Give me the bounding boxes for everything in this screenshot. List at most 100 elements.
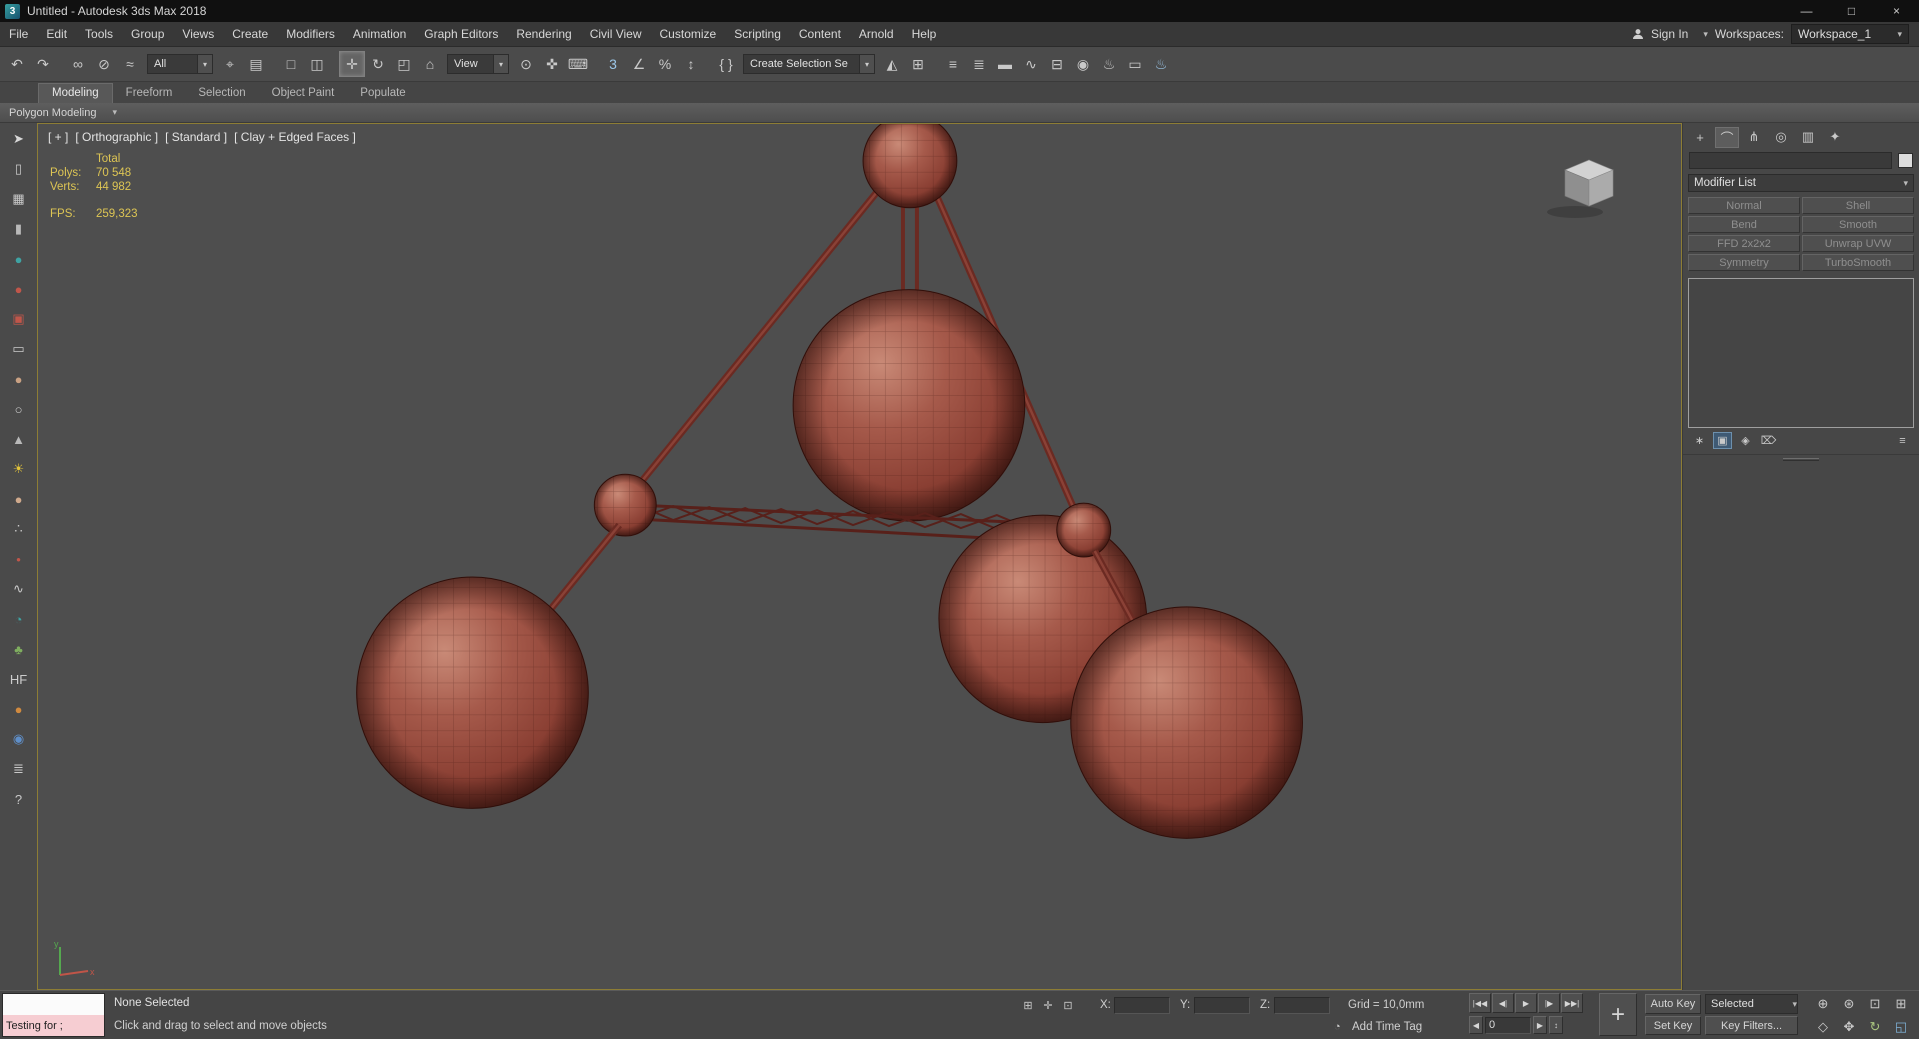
sphere-blue-icon[interactable]: ◉	[8, 728, 30, 750]
utilities-tab[interactable]: ✦	[1823, 127, 1847, 148]
modify-tab[interactable]: ⌒	[1715, 126, 1739, 148]
select-and-rotate-icon[interactable]: ↻	[365, 51, 391, 77]
modifier-stack[interactable]	[1688, 278, 1914, 428]
select-and-place-icon[interactable]: ⌂	[417, 51, 443, 77]
menu-create[interactable]: Create	[223, 22, 277, 46]
workspace-dropdown[interactable]: Workspace_1 ▾	[1791, 24, 1909, 44]
tab-populate[interactable]: Populate	[347, 84, 418, 103]
menu-group[interactable]: Group	[122, 22, 173, 46]
frame-spinner[interactable]: ↕	[1549, 1016, 1563, 1034]
viewport-general-menu[interactable]: [ + ]	[48, 130, 68, 144]
spinner-snap-toggle-icon[interactable]: ↕	[678, 51, 704, 77]
select-and-manipulate-icon[interactable]: ✜	[539, 51, 565, 77]
symmetry-modifier-button[interactable]: Symmetry	[1688, 254, 1800, 271]
named-selection-sets-dropdown[interactable]: Create Selection Se ▾	[743, 54, 875, 74]
smooth-modifier-button[interactable]: Smooth	[1802, 216, 1914, 233]
menu-animation[interactable]: Animation	[344, 22, 415, 46]
x-coordinate-field[interactable]	[1114, 997, 1170, 1014]
select-and-link-icon[interactable]: ∞	[65, 51, 91, 77]
next-key-button[interactable]: ▶	[1533, 1016, 1547, 1034]
sign-in-button[interactable]: Sign In	[1651, 27, 1688, 41]
set-keys-button[interactable]: +	[1599, 993, 1637, 1036]
select-by-name-icon[interactable]: ▤	[243, 51, 269, 77]
align-icon[interactable]: ⊞	[905, 51, 931, 77]
menu-views[interactable]: Views	[173, 22, 223, 46]
toggle-scene-explorer-icon[interactable]: ≡	[940, 51, 966, 77]
cylinder-icon[interactable]: ▮	[8, 218, 30, 240]
keyboard-shortcut-override-icon[interactable]: ⌨	[565, 51, 591, 77]
menu-customize[interactable]: Customize	[651, 22, 726, 46]
make-unique-icon[interactable]: ◈	[1736, 432, 1755, 449]
rendered-frame-window-icon[interactable]: ▭	[1122, 51, 1148, 77]
menu-rendering[interactable]: Rendering	[507, 22, 580, 46]
small-sphere-icon[interactable]: •	[8, 548, 30, 570]
maxscript-mini-listener[interactable]: Testing for ;	[2, 993, 105, 1037]
menu-help[interactable]: Help	[903, 22, 946, 46]
go-to-end-icon[interactable]: ▶▶|	[1561, 993, 1583, 1013]
key-filters-button[interactable]: Key Filters...	[1705, 1016, 1798, 1035]
panel-splitter[interactable]	[1683, 455, 1919, 464]
orbit-icon[interactable]: ↻	[1862, 1015, 1888, 1038]
object-color-swatch[interactable]	[1898, 153, 1913, 168]
viewport-3d-scene[interactable]	[38, 124, 1681, 989]
key-filter-set-dropdown[interactable]: Selected ▾	[1705, 994, 1798, 1014]
render-production-icon[interactable]: ♨	[1148, 51, 1174, 77]
zoom-icon[interactable]: ⊕	[1810, 992, 1836, 1015]
sphere-beige-icon[interactable]: ●	[8, 488, 30, 510]
zoom-extents-icon[interactable]: ⊡	[1862, 992, 1888, 1015]
sphere-connector-left[interactable]	[593, 473, 657, 537]
use-pivot-point-center-icon[interactable]: ⊙	[513, 51, 539, 77]
add-time-tag-button[interactable]: Add Time Tag	[1352, 1021, 1422, 1033]
render-setup-icon[interactable]: ♨	[1096, 51, 1122, 77]
menu-scripting[interactable]: Scripting	[725, 22, 790, 46]
object-name-field[interactable]	[1689, 152, 1892, 169]
display-tab[interactable]: ▥	[1796, 127, 1820, 148]
viewport[interactable]: [ + ] [ Orthographic ] [ Standard ] [ Cl…	[37, 123, 1682, 990]
circle-icon[interactable]: ○	[8, 398, 30, 420]
previous-key-button[interactable]: ◀	[1469, 1016, 1483, 1034]
chevron-down-icon[interactable]: ▾	[1695, 29, 1708, 40]
close-button[interactable]: ×	[1874, 0, 1919, 22]
swirl-icon[interactable]: ◔	[8, 608, 30, 630]
menu-tools[interactable]: Tools	[76, 22, 122, 46]
sphere-center[interactable]	[792, 289, 1026, 522]
hf-icon[interactable]: HF	[8, 668, 30, 690]
auto-key-button[interactable]: Auto Key	[1645, 994, 1701, 1014]
percent-snap-toggle-icon[interactable]: %	[652, 51, 678, 77]
select-and-scale-icon[interactable]: ◰	[391, 51, 417, 77]
tab-selection[interactable]: Selection	[185, 84, 258, 103]
pan-icon[interactable]: ✥	[1836, 1015, 1862, 1038]
zoom-all-icon[interactable]: ⊛	[1836, 992, 1862, 1015]
select-object-icon[interactable]: ⌖	[217, 51, 243, 77]
camera-icon[interactable]: ▣	[8, 308, 30, 330]
play-icon[interactable]: ▶	[1515, 993, 1537, 1013]
toggle-layer-explorer-icon[interactable]: ≣	[966, 51, 992, 77]
menu-modifiers[interactable]: Modifiers	[277, 22, 344, 46]
sphere-teal-icon[interactable]: ●	[8, 248, 30, 270]
box-icon[interactable]: ▭	[8, 338, 30, 360]
selection-lock-icon[interactable]: ⊡	[1060, 997, 1076, 1013]
zoom-extents-all-icon[interactable]: ⊞	[1888, 992, 1914, 1015]
unwrap-uvw-modifier-button[interactable]: Unwrap UVW	[1802, 235, 1914, 252]
cone-icon[interactable]: ▲	[8, 428, 30, 450]
go-to-start-icon[interactable]: |◀◀	[1469, 993, 1491, 1013]
undo-icon[interactable]: ↶	[4, 51, 30, 77]
minimize-button[interactable]: —	[1784, 0, 1829, 22]
viewport-shading-menu[interactable]: [ Clay + Edged Faces ]	[234, 130, 356, 144]
mirror-icon[interactable]: ◭	[879, 51, 905, 77]
edit-named-selection-sets-icon[interactable]: { }	[713, 51, 739, 77]
schematic-view-icon[interactable]: ⊟	[1044, 51, 1070, 77]
select-and-move-icon[interactable]: ✛	[339, 51, 365, 77]
set-key-button[interactable]: Set Key	[1645, 1016, 1701, 1035]
turbosmooth-modifier-button[interactable]: TurboSmooth	[1802, 254, 1914, 271]
viewport-standard-menu[interactable]: [ Standard ]	[165, 130, 227, 144]
next-frame-icon[interactable]: |▶	[1538, 993, 1560, 1013]
reference-coordinate-dropdown[interactable]: View ▾	[447, 54, 509, 74]
sphere-tan-icon[interactable]: ●	[8, 368, 30, 390]
sphere-red-icon[interactable]: ●	[8, 278, 30, 300]
scatter-icon[interactable]: ∴	[8, 518, 30, 540]
listener-input[interactable]: Testing for ;	[3, 1015, 104, 1036]
field-of-view-icon[interactable]: ◇	[1810, 1015, 1836, 1038]
rectangular-selection-region-icon[interactable]: □	[278, 51, 304, 77]
menu-arnold[interactable]: Arnold	[850, 22, 903, 46]
